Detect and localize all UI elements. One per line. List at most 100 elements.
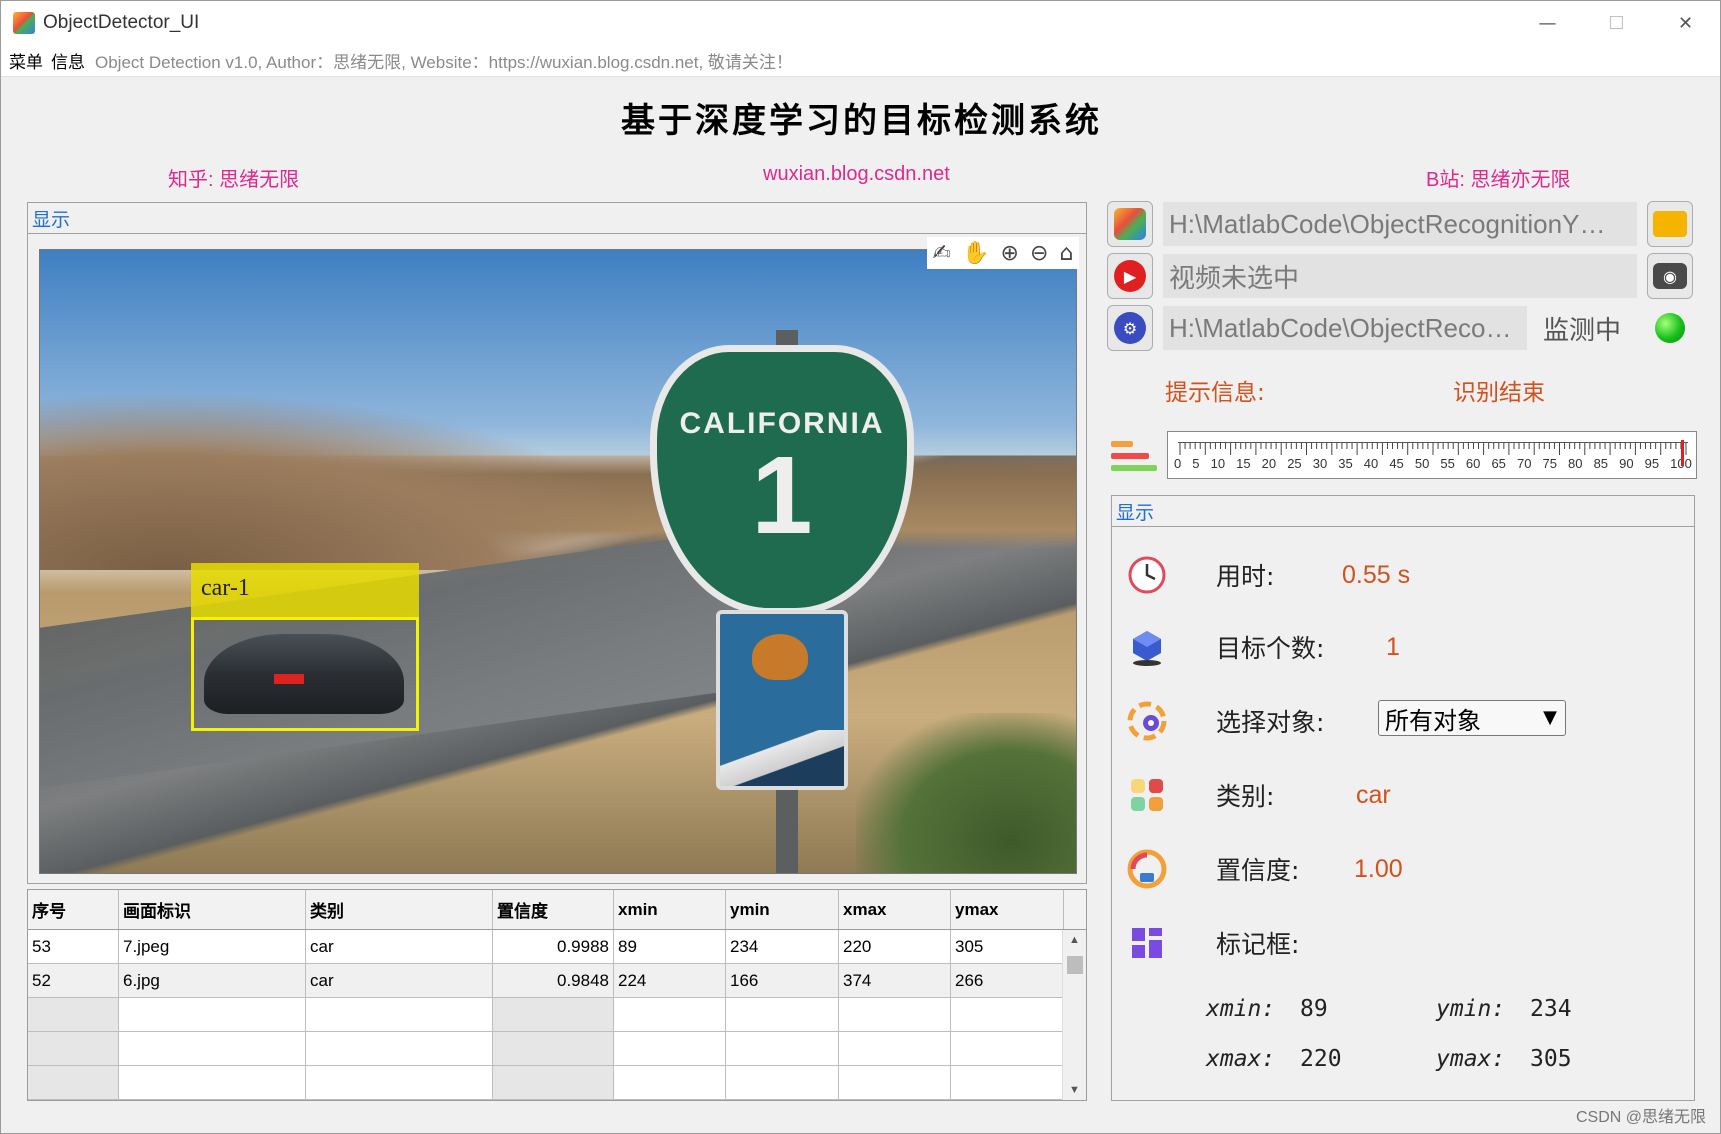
folder-icon <box>1653 211 1687 237</box>
dashboard-icon <box>1126 922 1168 964</box>
table-cell: car <box>306 964 493 997</box>
page-title: 基于深度学习的目标检测系统 <box>621 101 1102 141</box>
dropdown-arrow-icon: ▼ <box>1543 707 1557 728</box>
table-cell: 53 <box>28 930 119 963</box>
table-cell: 224 <box>614 964 726 997</box>
table-cell <box>951 1032 1064 1065</box>
column-header[interactable]: 画面标识 <box>119 890 306 929</box>
close-button[interactable]: ✕ <box>1651 1 1720 45</box>
time-row: 用时: 0.55 s <box>1126 554 1410 596</box>
confidence-row: 置信度: 1.00 <box>1126 848 1403 890</box>
progress-slider[interactable]: 0510152025303540455055606570758085909510… <box>1167 431 1697 479</box>
select-model-button[interactable]: ⚙ <box>1107 305 1153 351</box>
table-cell: 166 <box>726 964 839 997</box>
slider-tick-label: 75 <box>1542 456 1557 471</box>
table-cell <box>119 1066 306 1099</box>
menu-item-menu[interactable]: 菜单 <box>9 48 43 73</box>
select-video-button[interactable]: ▶ <box>1107 253 1153 299</box>
bilibili-link[interactable]: B站: 思绪亦无限 <box>1426 163 1570 192</box>
table-row-empty[interactable] <box>28 1066 1086 1100</box>
category-icon <box>1126 774 1168 816</box>
pan-hand-icon[interactable]: ✋ <box>962 241 989 266</box>
panel-divider <box>1112 526 1694 527</box>
table-cell <box>306 1032 493 1065</box>
table-cell: 0.9988 <box>493 930 614 963</box>
confidence-label: 置信度: <box>1216 856 1300 885</box>
camera-button[interactable]: ◉ <box>1647 253 1693 299</box>
scroll-down-icon[interactable]: ▼ <box>1069 1084 1080 1096</box>
brush-icon[interactable]: ✍ <box>933 241 951 266</box>
detection-image[interactable]: CALIFORNIA 1 car-1 <box>39 249 1077 874</box>
class-label: 类别: <box>1216 782 1275 811</box>
video-path-field[interactable]: 视频未选中 <box>1163 254 1637 298</box>
select-image-button[interactable] <box>1107 201 1153 247</box>
hint-label: 提示信息: <box>1165 380 1265 406</box>
open-folder-button[interactable] <box>1647 201 1693 247</box>
maximize-button[interactable]: ☐ <box>1582 1 1651 45</box>
slider-tick-label: 15 <box>1236 456 1251 471</box>
table-cell <box>493 998 614 1031</box>
time-value: 0.55 s <box>1342 560 1411 589</box>
ymax-label: ymax: <box>1436 1046 1506 1072</box>
table-cell: 266 <box>951 964 1064 997</box>
settings-gear-icon <box>1126 700 1168 742</box>
minimize-button[interactable]: — <box>1513 1 1582 45</box>
select-row: 选择对象: 所有对象 ▼ <box>1126 700 1566 742</box>
column-header[interactable]: 类别 <box>306 890 493 929</box>
table-row[interactable]: 53 7.jpeg car 0.9988 89 234 220 305 <box>28 930 1086 964</box>
scroll-thumb[interactable] <box>1067 956 1083 974</box>
slider-tick-label: 70 <box>1516 456 1532 471</box>
table-cell <box>839 1032 951 1065</box>
zoom-out-icon[interactable]: ⊖ <box>1030 241 1048 266</box>
sign-number: 1 <box>751 434 813 557</box>
table-cell <box>493 1066 614 1099</box>
slider-thumb[interactable] <box>1681 440 1684 466</box>
column-header[interactable]: 置信度 <box>493 890 614 929</box>
table-cell <box>28 998 119 1031</box>
table-header: 序号 画面标识 类别 置信度 xmin ymin xmax ymax <box>28 890 1086 930</box>
slider-tick-label: 5 <box>1192 456 1200 471</box>
confidence-value: 1.00 <box>1354 854 1403 883</box>
column-header[interactable]: ymax <box>951 890 1064 929</box>
gauge-icon <box>1126 848 1168 890</box>
table-cell: 52 <box>28 964 119 997</box>
xmin-label: xmin: <box>1206 996 1276 1022</box>
results-table[interactable]: 序号 画面标识 类别 置信度 xmin ymin xmax ymax 53 7.… <box>27 889 1087 1101</box>
table-row-empty[interactable] <box>28 998 1086 1032</box>
ymin-label: ymin: <box>1436 996 1506 1022</box>
select-label: 选择对象: <box>1216 708 1325 737</box>
video-select-row: ▶ 视频未选中 ◉ <box>1107 253 1693 299</box>
slider-tick-label: 60 <box>1465 456 1481 471</box>
menu-item-info[interactable]: 信息 <box>51 48 85 73</box>
column-header[interactable]: xmax <box>839 890 951 929</box>
xmax-label: xmax: <box>1206 1046 1276 1072</box>
window-controls: — ☐ ✕ <box>1513 1 1720 45</box>
object-select[interactable]: 所有对象 ▼ <box>1378 700 1566 736</box>
table-cell <box>614 1032 726 1065</box>
table-cell: 6.jpg <box>119 964 306 997</box>
car <box>204 634 404 714</box>
column-header[interactable]: xmin <box>614 890 726 929</box>
blog-link[interactable]: wuxian.blog.csdn.net <box>763 163 950 186</box>
scroll-up-icon[interactable]: ▲ <box>1069 934 1080 946</box>
image-path-field[interactable]: H:\MatlabCode\ObjectRecognitionY… <box>1163 202 1637 246</box>
table-cell <box>951 998 1064 1031</box>
image-icon <box>1114 208 1146 240</box>
column-header[interactable]: ymin <box>726 890 839 929</box>
home-icon[interactable]: ⌂ <box>1060 241 1074 266</box>
object-select-value: 所有对象 <box>1385 706 1481 735</box>
zhihu-link[interactable]: 知乎: 思绪无限 <box>168 163 299 192</box>
model-icon: ⚙ <box>1114 312 1146 344</box>
slider-tick-label: 95 <box>1644 456 1660 471</box>
watermark: CSDN @思绪无限 <box>1575 1109 1706 1126</box>
zoom-in-icon[interactable]: ⊕ <box>1001 241 1019 266</box>
monitor-status: 监测中 <box>1543 315 1622 346</box>
model-path-field[interactable]: H:\MatlabCode\ObjectReco… <box>1163 306 1527 350</box>
title-bar: ObjectDetector_UI — ☐ ✕ <box>1 1 1720 45</box>
progress-icon <box>1111 441 1157 471</box>
table-row-empty[interactable] <box>28 1032 1086 1066</box>
table-scrollbar[interactable]: ▲ ▼ <box>1062 930 1086 1100</box>
column-header[interactable]: 序号 <box>28 890 119 929</box>
table-row[interactable]: 52 6.jpg car 0.9848 224 166 374 266 <box>28 964 1086 998</box>
sign-mountain <box>720 730 844 786</box>
